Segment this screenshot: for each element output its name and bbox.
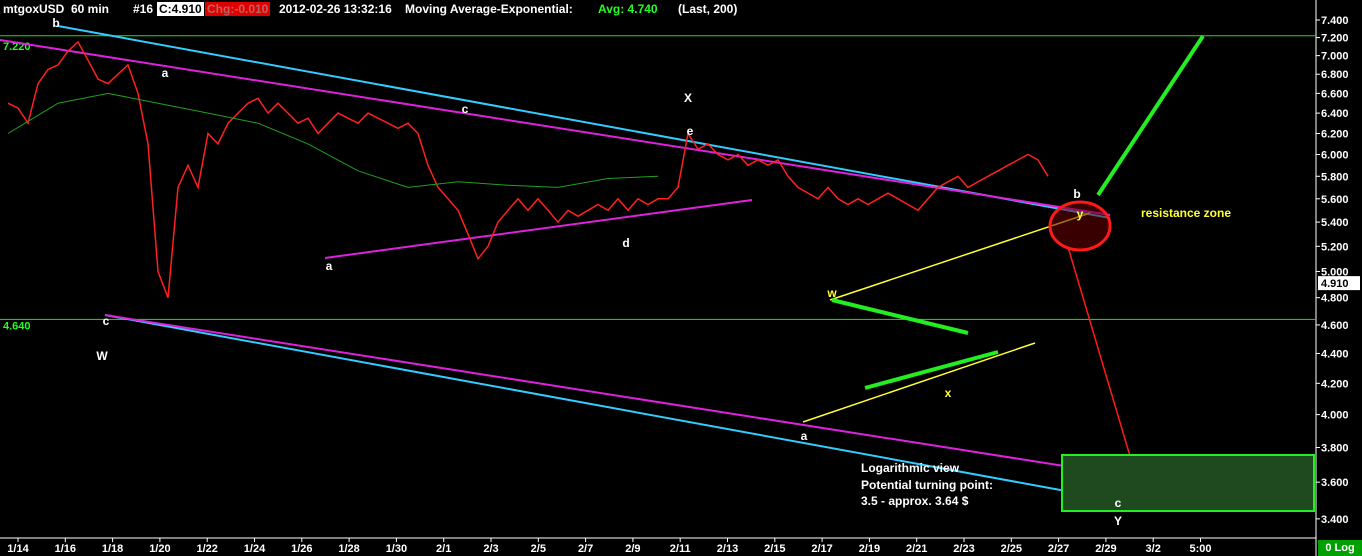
green-trendline-upper [831, 298, 969, 335]
x-tick-label: 2/25 [1001, 543, 1022, 555]
channel-lower-cyan [104, 314, 1116, 501]
price-chart: 7.400 7.200 7.000 6.800 6.600 6.400 6.200 6.000… [0, 0, 1360, 556]
wave-label: y [1077, 207, 1084, 221]
x-tick-label: 2/29 [1095, 543, 1116, 555]
y-tick-label: 4.000 [1321, 410, 1349, 422]
y-tick-label: 6.600 [1321, 88, 1349, 100]
y-tick-label: 3.600 [1321, 477, 1349, 489]
wave-label: a [326, 259, 333, 273]
wave-label: e [687, 124, 694, 138]
wedge-lower [802, 342, 1036, 423]
x-tick-label: 2/5 [531, 543, 546, 555]
x-tick-label: 5:00 [1189, 543, 1211, 555]
wave-label: x [945, 386, 952, 400]
x-tick-label: 2/11 [670, 543, 691, 555]
x-tick-label: 3/2 [1146, 543, 1161, 555]
x-tick-label: 2/21 [906, 543, 927, 555]
y-tick-label: 5.600 [1321, 194, 1349, 206]
x-tick-label: 2/1 [436, 543, 451, 555]
wave-label: b [52, 16, 59, 30]
y-tick-label: 7.400 [1321, 15, 1349, 27]
wave-label: c [103, 314, 110, 328]
wave-label: d [622, 236, 629, 250]
x-tick-label: 1/30 [386, 543, 407, 555]
x-tick-label: 2/23 [953, 543, 974, 555]
x-tick-label: 1/22 [196, 543, 217, 555]
log-scale-toggle[interactable]: 0 Log [1318, 540, 1362, 556]
moving-average-line [7, 92, 659, 188]
x-tick-label: 2/19 [859, 543, 880, 555]
wave-label: a [162, 66, 169, 80]
y-tick-label: 4.200 [1321, 378, 1349, 390]
x-tick-label: 2/3 [483, 543, 498, 555]
wave-label: resistance zone [1141, 206, 1231, 220]
y-tick-label: 4.800 [1321, 293, 1349, 305]
y-tick-label: 4.400 [1321, 348, 1349, 360]
x-tick-label: 1/24 [244, 543, 266, 555]
wave-label: X [684, 91, 692, 105]
y-tick-label: 7.200 [1321, 33, 1349, 45]
x-tick-label: 1/20 [149, 543, 170, 555]
y-tick-label: 4.600 [1321, 320, 1349, 332]
last-price-label: 4.910 [1321, 278, 1349, 290]
y-tick-label: 7.000 [1321, 51, 1349, 63]
note-line-2: Potential turning point: [861, 478, 993, 492]
wave-label: a [801, 429, 808, 443]
y-tick-label: 6.200 [1321, 128, 1349, 140]
reference-line-label: 4.640 [3, 320, 31, 332]
note-line-3: 3.5 - approx. 3.64 $ [861, 494, 969, 508]
note-line-1: Logarithmic view [861, 461, 960, 475]
x-tick-label: 1/28 [338, 543, 359, 555]
triangle-line [324, 199, 753, 259]
y-tick-label: 6.800 [1321, 69, 1349, 81]
x-tick-label: 2/17 [811, 543, 832, 555]
y-tick-label: 3.800 [1321, 443, 1349, 455]
x-tick-label: 1/26 [291, 543, 312, 555]
green-trendline-lower [864, 350, 999, 390]
x-tick-label: 2/15 [764, 543, 785, 555]
x-tick-label: 2/7 [578, 543, 593, 555]
x-tick-label: 2/13 [717, 543, 738, 555]
x-tick-label: 2/27 [1048, 543, 1069, 555]
price-series-line [7, 40, 1049, 298]
target-arrow-up [1096, 34, 1205, 197]
wave-label: c [462, 102, 469, 116]
y-tick-label: 5.400 [1321, 217, 1349, 229]
target-zone-box [1061, 454, 1315, 512]
y-tick-label: 5.200 [1321, 241, 1349, 253]
channel-lower-magenta [104, 314, 1116, 475]
y-tick-label: 5.800 [1321, 171, 1349, 183]
x-tick-label: 1/14 [7, 543, 29, 555]
x-tick-label: 1/18 [102, 543, 123, 555]
y-tick-label: 3.400 [1321, 514, 1349, 526]
y-tick-label: 6.400 [1321, 108, 1349, 120]
y-tick-label: 6.000 [1321, 150, 1349, 162]
wave-label: Y [1114, 514, 1122, 528]
wave-label: W [96, 349, 108, 363]
wave-label: c [1115, 496, 1122, 510]
projection-line [1067, 246, 1136, 474]
x-tick-label: 2/9 [625, 543, 640, 555]
x-tick-label: 1/16 [55, 543, 76, 555]
wave-label: b [1073, 187, 1080, 201]
wave-label: w [826, 286, 837, 300]
